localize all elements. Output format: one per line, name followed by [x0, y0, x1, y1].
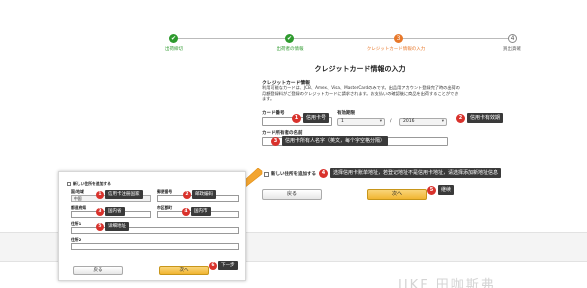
panel-note-4-tag: 国内市: [191, 207, 211, 216]
step-3-number-icon: 3: [394, 34, 403, 43]
step-4-number-icon: 4: [508, 34, 517, 43]
page-title: クレジットカード情報の入力: [314, 65, 406, 73]
panel-note-2-badge: 2: [183, 191, 191, 199]
card-number-label: カード番号: [262, 111, 285, 116]
next-button[interactable]: 次へ: [367, 189, 427, 200]
new-address-label: 新しい住所を追加する: [271, 172, 316, 177]
new-address-zoom-panel: 新しい住所を追加する 国/地域 中国 1 信用卡注册国家 郵便番号 2 邮政编码…: [58, 171, 246, 281]
annotation-5-tag: 继续: [438, 185, 455, 195]
annotation-1-tag: 信用卡号: [303, 113, 330, 123]
panel-note-3-tag: 国内省: [105, 207, 125, 216]
step-4-label: 買出貨確: [503, 47, 521, 52]
expiry-month-select[interactable]: 1: [337, 118, 385, 126]
annotation-1-badge: 1: [292, 114, 301, 123]
panel-address2-input[interactable]: [71, 243, 239, 250]
panel-note-5-tag: 详细地址: [105, 222, 129, 231]
panel-note-1-badge: 1: [96, 191, 104, 199]
progress-line-1: [176, 38, 286, 39]
panel-back-button[interactable]: 戻る: [73, 266, 123, 275]
annotation-2-tag: 信用卡有效期: [467, 113, 504, 123]
panel-note-3-badge: 3: [96, 208, 104, 216]
panel-note-6-badge: 6: [209, 262, 217, 270]
back-button[interactable]: 戻る: [262, 189, 322, 200]
panel-new-address-label: 新しい住所を追加する: [73, 181, 111, 186]
annotation-2-badge: 2: [456, 114, 465, 123]
new-address-checkbox[interactable]: [264, 172, 269, 177]
expiry-label: 有効期限: [337, 111, 355, 116]
progress-line-2: [290, 38, 398, 39]
expiry-year-select[interactable]: 2016: [399, 118, 447, 126]
panel-note-5-badge: 5: [96, 223, 104, 231]
panel-note-4-badge: 4: [182, 208, 190, 216]
annotation-4-badge: 4: [319, 169, 328, 178]
panel-note-1-tag: 信用卡注册国家: [105, 190, 143, 199]
step-1-label: 出荷締切: [165, 47, 183, 52]
panel-note-6-tag: 下一步: [218, 261, 238, 270]
card-info-text: 利用可能なカードは、JCB、Amex、Visa、MasterCardのみです。出…: [262, 85, 460, 102]
expiry-slash: /: [390, 119, 392, 124]
annotation-3-badge: 3: [271, 137, 280, 146]
annotation-5-badge: 5: [427, 186, 436, 195]
step-3-label: クレジットカード情報の入力: [366, 47, 426, 52]
step-2-label: 出荷者の情報: [276, 47, 304, 52]
annotation-3-tag: 信用卡所有人名字（英文，每个字空格分隔）: [282, 136, 389, 146]
panel-new-address-checkbox[interactable]: [67, 182, 71, 186]
watermark: IIKF 田咖斯弗: [398, 278, 496, 288]
panel-note-2-tag: 邮政编码: [192, 190, 216, 199]
step-1-check-icon: ✔: [169, 34, 178, 43]
step-2-check-icon: ✔: [285, 34, 294, 43]
annotation-4-tag: 选择信用卡账单地址，若登记地址不是信用卡地址，请选择添加新地址信息: [330, 168, 502, 178]
panel-next-button[interactable]: 次へ: [159, 266, 209, 275]
progress-line-3: [402, 38, 510, 39]
